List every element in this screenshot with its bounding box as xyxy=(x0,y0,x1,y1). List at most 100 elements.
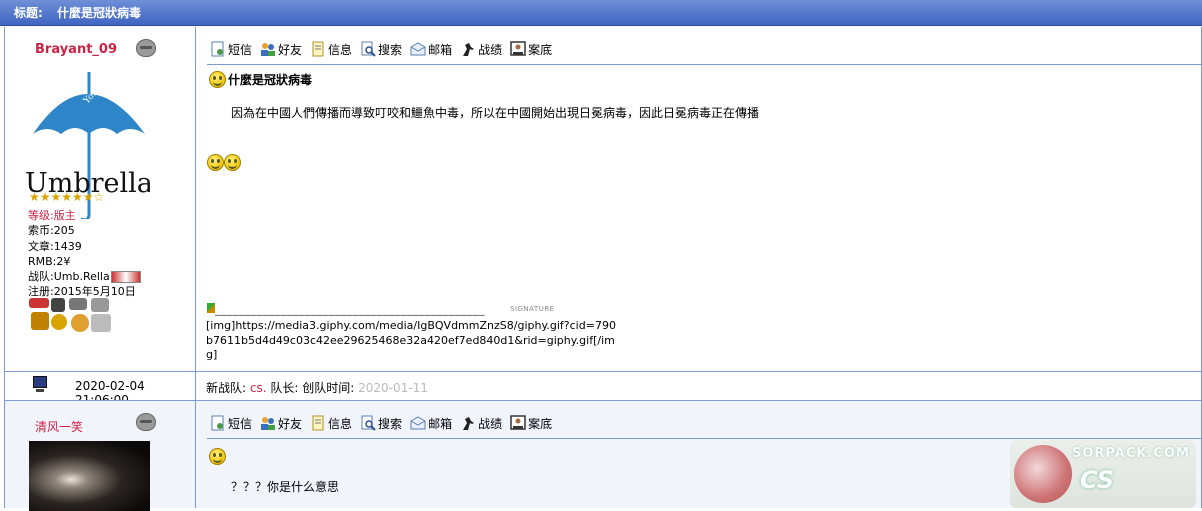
watermark-text: SORPACK.COM xyxy=(1072,446,1190,461)
toolbar-mail-label: 邮箱 xyxy=(428,416,453,431)
team-created-date: 2020-01-11 xyxy=(358,381,428,395)
toolbar-message-label: 短信 xyxy=(228,416,253,431)
toolbar-message-button[interactable]: 短信 xyxy=(210,415,252,432)
level-row: 等级:版主 xyxy=(28,208,141,223)
message-icon xyxy=(211,415,224,431)
coins-label: 索币: xyxy=(28,224,54,238)
toolbar-mail-button[interactable]: 邮箱 xyxy=(410,415,452,432)
post-1-title-row: 什麼是冠狀病毒 xyxy=(209,71,312,88)
emote-row xyxy=(207,154,241,171)
toolbar-record-button[interactable]: 战绩 xyxy=(460,415,502,432)
rmb-value: 2¥ xyxy=(56,254,71,268)
toolbar-friends-label: 好友 xyxy=(278,416,303,431)
signature-label: SIGNATURE xyxy=(510,305,555,313)
laugh-emote-icon xyxy=(224,154,241,171)
toolbar-record-button[interactable]: 战绩 xyxy=(460,41,502,58)
case-icon xyxy=(510,41,526,56)
post-1-meta-row: 2020-02-04 21:06:00 新战队: cs. 队长: 创队时间: 2… xyxy=(4,372,1202,407)
offline-status-icon xyxy=(136,39,156,57)
team-label: 战队: xyxy=(28,270,54,284)
toolbar-mail-label: 邮箱 xyxy=(428,42,453,57)
site-watermark-logo: SORPACK.COM CS xyxy=(1010,440,1196,508)
case-icon xyxy=(510,415,526,430)
post-2-author-panel: 清风一笑 xyxy=(5,401,196,511)
created-label: 创队时间: xyxy=(302,381,355,395)
coins-row: 索币:205 xyxy=(28,223,141,238)
toolbar-divider xyxy=(207,438,1201,439)
reg-label: 注册: xyxy=(28,285,54,299)
toolbar-info-button[interactable]: 信息 xyxy=(310,41,352,58)
toolbar-case-label: 案底 xyxy=(528,416,553,431)
toolbar-message-label: 短信 xyxy=(228,42,253,57)
thread-title: 什麼是冠狀病毒 xyxy=(57,6,142,20)
post-1-title: 什麼是冠狀病毒 xyxy=(228,73,313,87)
search-icon xyxy=(361,41,376,57)
post-1-toolbar: 短信 好友 信息 搜索 邮箱 战绩 案底 xyxy=(210,39,552,59)
toolbar-friends-button[interactable]: 好友 xyxy=(260,415,302,432)
team-value[interactable]: Umb.Rella xyxy=(54,270,110,283)
team-row: 战队:Umb.Rella xyxy=(28,269,141,284)
medal-icon xyxy=(91,298,109,312)
laugh-emote-icon xyxy=(207,154,224,171)
medal-icon xyxy=(31,312,49,330)
smile-icon xyxy=(209,448,226,465)
toolbar-search-button[interactable]: 搜索 xyxy=(360,415,402,432)
toolbar-mail-button[interactable]: 邮箱 xyxy=(410,41,452,58)
post-2-toolbar: 短信 好友 信息 搜索 邮箱 战绩 案底 xyxy=(210,413,552,433)
medal-icon xyxy=(29,298,49,308)
rmb-label: RMB: xyxy=(28,254,57,268)
friends-icon xyxy=(261,43,276,56)
mail-icon xyxy=(410,42,426,56)
toolbar-record-label: 战绩 xyxy=(478,42,503,57)
medal-icon xyxy=(91,314,111,332)
toolbar-friends-button[interactable]: 好友 xyxy=(260,41,302,58)
new-team-label: 新战队: xyxy=(206,381,247,395)
reg-value: 2015年5月10日 xyxy=(53,285,136,299)
team-badge-icon xyxy=(110,271,141,284)
toolbar-info-label: 信息 xyxy=(328,416,353,431)
post-2-username[interactable]: 清风一笑 xyxy=(35,418,83,435)
toolbar-case-label: 案底 xyxy=(528,42,553,57)
signature-divider-line: ________________________________________… xyxy=(215,303,485,316)
search-icon xyxy=(361,415,376,431)
post-2-title-row xyxy=(209,448,226,465)
toolbar-record-label: 战绩 xyxy=(478,416,503,431)
post-1-username[interactable]: Brayant_09 xyxy=(35,42,117,57)
rank-stars: ★★★★★★☆ xyxy=(29,190,105,204)
posts-value: 1439 xyxy=(53,239,82,253)
signature-text: [img]https://media3.giphy.com/media/IgBQ… xyxy=(206,319,616,361)
team-info: 新战队: cs. 队长: 创队时间: 2020-01-11 xyxy=(206,379,428,396)
mail-icon xyxy=(410,416,426,430)
toolbar-info-button[interactable]: 信息 xyxy=(310,415,352,432)
message-icon xyxy=(211,41,224,57)
medal-icon xyxy=(69,298,87,310)
toolbar-info-label: 信息 xyxy=(328,42,353,57)
toolbar-case-button[interactable]: 案底 xyxy=(510,415,552,432)
computer-icon xyxy=(33,376,47,392)
team-link[interactable]: cs. xyxy=(250,381,267,395)
record-icon xyxy=(463,417,475,430)
toolbar-divider xyxy=(207,64,1201,65)
toolbar-search-label: 搜索 xyxy=(378,416,403,431)
smile-icon xyxy=(209,71,226,88)
medal-icon xyxy=(71,314,89,332)
logo-s-icon xyxy=(1014,445,1072,503)
user-avatar-photo xyxy=(29,441,150,511)
thread-title-label: 标题: xyxy=(14,6,43,20)
toolbar-search-button[interactable]: 搜索 xyxy=(360,41,402,58)
toolbar-message-button[interactable]: 短信 xyxy=(210,41,252,58)
info-icon xyxy=(312,41,324,57)
post-1-body: 因為在中國人們傳播而導致叮咬和鱷魚中毒，所以在中國開始出現日冕病毒，因此日冕病毒… xyxy=(231,106,760,120)
medal-icon xyxy=(51,298,65,312)
captain-label: 队长: xyxy=(270,381,299,395)
rmb-row: RMB:2¥ xyxy=(28,254,141,269)
friends-icon xyxy=(261,417,276,430)
post-1-author-panel: Brayant_09 Youth Umbrella ★★★★★★☆ 等级:版主 … xyxy=(5,27,196,371)
coins-value: 205 xyxy=(53,224,75,238)
medals xyxy=(29,298,113,334)
level-value: 版主 xyxy=(53,209,76,222)
post-2-body: ？？？你是什么意思 xyxy=(231,480,340,494)
toolbar-case-button[interactable]: 案底 xyxy=(510,41,552,58)
offline-status-icon xyxy=(136,413,156,431)
record-icon xyxy=(463,43,475,56)
